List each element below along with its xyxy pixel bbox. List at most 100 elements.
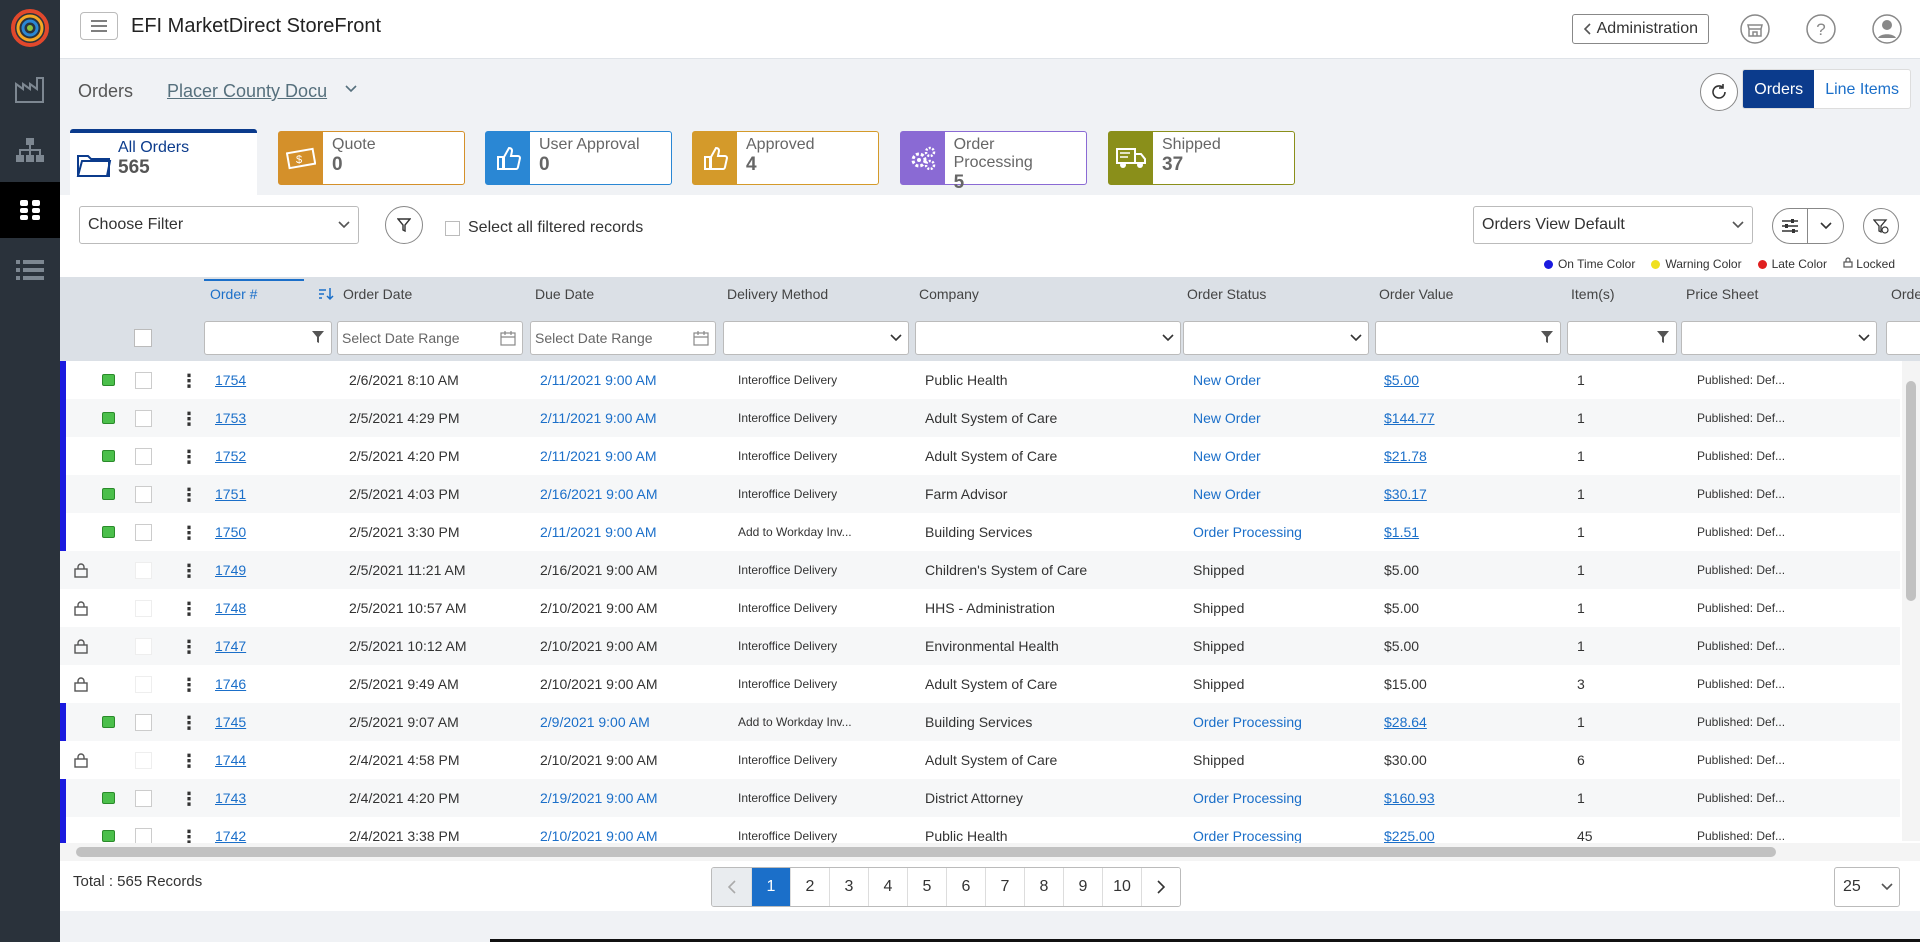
order-number-link[interactable]: 1750 — [215, 524, 246, 540]
order-number-link[interactable]: 1749 — [215, 562, 246, 578]
col-due-date[interactable]: Due Date — [535, 286, 594, 302]
page-button[interactable]: 6 — [946, 868, 985, 906]
select-all-filtered[interactable]: Select all filtered records — [445, 219, 643, 237]
col-order-date[interactable]: Order Date — [343, 286, 412, 302]
order-number-link[interactable]: 1754 — [215, 372, 246, 388]
order-number-link[interactable]: 1751 — [215, 486, 246, 502]
row-actions-icon[interactable]: ⋮ — [180, 675, 198, 696]
table-row[interactable]: ⋮ 1754 2/6/2021 8:10 AM 2/11/2021 9:00 AM In… — [60, 361, 1900, 399]
items-filter[interactable] — [1567, 321, 1677, 355]
page-button[interactable]: 1 — [751, 868, 790, 906]
row-actions-icon[interactable]: ⋮ — [180, 789, 198, 810]
tile-quote[interactable]: $ Quote 0 — [278, 131, 465, 185]
row-checkbox[interactable] — [135, 562, 152, 579]
row-actions-icon[interactable]: ⋮ — [180, 561, 198, 582]
table-row[interactable]: ⋮ 1746 2/5/2021 9:49 AM 2/10/2021 9:00 AM In… — [60, 665, 1900, 703]
order-number-link[interactable]: 1752 — [215, 448, 246, 464]
prev-page-button[interactable] — [712, 868, 751, 906]
page-button[interactable]: 2 — [790, 868, 829, 906]
order-number-link[interactable]: 1748 — [215, 600, 246, 616]
col-order-number[interactable]: Order # — [210, 286, 257, 302]
tile-shipped[interactable]: Shipped 37 — [1108, 131, 1295, 185]
row-checkbox[interactable] — [135, 638, 152, 655]
table-row[interactable]: ⋮ 1750 2/5/2021 3:30 PM 2/11/2021 9:00 AM Ad… — [60, 513, 1900, 551]
order-value-cell[interactable]: $21.78 — [1384, 448, 1427, 464]
order-date-filter[interactable]: Select Date Range — [337, 321, 523, 355]
col-order-value[interactable]: Order Value — [1379, 286, 1453, 302]
orders-view-button[interactable]: Orders — [1743, 70, 1815, 108]
user-avatar-icon[interactable] — [1872, 14, 1902, 44]
tile-order-processing[interactable]: Order Processing 5 — [900, 131, 1087, 193]
col-delivery-method[interactable]: Delivery Method — [727, 286, 828, 302]
order-number-link[interactable]: 1743 — [215, 790, 246, 806]
order-value-cell[interactable]: $144.77 — [1384, 410, 1435, 426]
page-button[interactable]: 10 — [1102, 868, 1141, 906]
storefront-icon[interactable] — [1740, 14, 1770, 44]
column-settings-button[interactable] — [1772, 208, 1808, 244]
order-truncated-filter[interactable] — [1886, 321, 1920, 355]
order-number-link[interactable]: 1742 — [215, 828, 246, 844]
price-sheet-filter[interactable] — [1681, 321, 1877, 355]
order-number-link[interactable]: 1745 — [215, 714, 246, 730]
order-value-cell[interactable]: $160.93 — [1384, 790, 1435, 806]
order-number-filter[interactable] — [204, 321, 332, 355]
order-status-cell[interactable]: Order Processing — [1193, 790, 1302, 806]
hamburger-menu-button[interactable] — [80, 12, 118, 40]
tile-all-orders[interactable]: All Orders 565 — [70, 129, 257, 195]
order-status-cell[interactable]: Order Processing — [1193, 714, 1302, 730]
row-checkbox[interactable] — [135, 372, 152, 389]
column-settings-dropdown[interactable] — [1808, 208, 1844, 244]
page-button[interactable]: 4 — [868, 868, 907, 906]
horizontal-scrollbar[interactable] — [60, 843, 1920, 861]
row-checkbox[interactable] — [135, 486, 152, 503]
choose-filter-select[interactable]: Choose Filter — [79, 206, 359, 244]
row-checkbox[interactable] — [135, 448, 152, 465]
due-date-filter[interactable]: Select Date Range — [530, 321, 716, 355]
col-price-sheet[interactable]: Price Sheet — [1686, 286, 1758, 302]
page-button[interactable]: 5 — [907, 868, 946, 906]
order-value-cell[interactable]: $225.00 — [1384, 828, 1435, 844]
select-all-checkbox[interactable] — [445, 220, 460, 236]
col-items[interactable]: Item(s) — [1571, 286, 1615, 302]
order-value-cell[interactable]: $5.00 — [1384, 372, 1419, 388]
row-actions-icon[interactable]: ⋮ — [180, 409, 198, 430]
refresh-button[interactable] — [1700, 73, 1738, 111]
help-icon[interactable]: ? — [1806, 14, 1836, 44]
order-value-cell[interactable]: $30.17 — [1384, 486, 1427, 502]
store-selector[interactable]: Placer County Docu — [167, 81, 351, 102]
table-row[interactable]: ⋮ 1752 2/5/2021 4:20 PM 2/11/2021 9:00 AM In… — [60, 437, 1900, 475]
rail-list[interactable] — [0, 242, 60, 298]
next-page-button[interactable] — [1141, 868, 1180, 906]
order-value-filter[interactable] — [1375, 321, 1561, 355]
page-button[interactable]: 9 — [1063, 868, 1102, 906]
order-value-cell[interactable]: $28.64 — [1384, 714, 1427, 730]
row-actions-icon[interactable]: ⋮ — [180, 371, 198, 392]
order-number-link[interactable]: 1746 — [215, 676, 246, 692]
row-actions-icon[interactable]: ⋮ — [180, 713, 198, 734]
page-button[interactable]: 8 — [1024, 868, 1063, 906]
row-checkbox[interactable] — [135, 524, 152, 541]
order-status-filter[interactable] — [1183, 321, 1369, 355]
row-checkbox[interactable] — [135, 410, 152, 427]
clear-filter-button[interactable] — [1863, 208, 1899, 244]
page-size-select[interactable]: 25 — [1834, 867, 1900, 907]
table-row[interactable]: ⋮ 1744 2/4/2021 4:58 PM 2/10/2021 9:00 AM In… — [60, 741, 1900, 779]
row-actions-icon[interactable]: ⋮ — [180, 599, 198, 620]
page-button[interactable]: 3 — [829, 868, 868, 906]
page-button[interactable]: 7 — [985, 868, 1024, 906]
administration-button[interactable]: Administration — [1571, 14, 1709, 44]
order-status-cell[interactable]: New Order — [1193, 486, 1261, 502]
row-actions-icon[interactable]: ⋮ — [180, 523, 198, 544]
tile-user-approval[interactable]: User Approval 0 — [485, 131, 672, 185]
order-number-link[interactable]: 1753 — [215, 410, 246, 426]
company-filter[interactable] — [915, 321, 1181, 355]
view-select[interactable]: Orders View Default — [1473, 206, 1753, 244]
row-actions-icon[interactable]: ⋮ — [180, 637, 198, 658]
table-row[interactable]: ⋮ 1753 2/5/2021 4:29 PM 2/11/2021 9:00 AM In… — [60, 399, 1900, 437]
order-status-cell[interactable]: Order Processing — [1193, 524, 1302, 540]
tile-approved[interactable]: Approved 4 — [692, 131, 879, 185]
table-row[interactable]: ⋮ 1749 2/5/2021 11:21 AM 2/16/2021 9:00 AM I… — [60, 551, 1900, 589]
rail-hierarchy[interactable] — [0, 122, 60, 178]
order-number-link[interactable]: 1747 — [215, 638, 246, 654]
efi-logo[interactable] — [10, 8, 50, 48]
